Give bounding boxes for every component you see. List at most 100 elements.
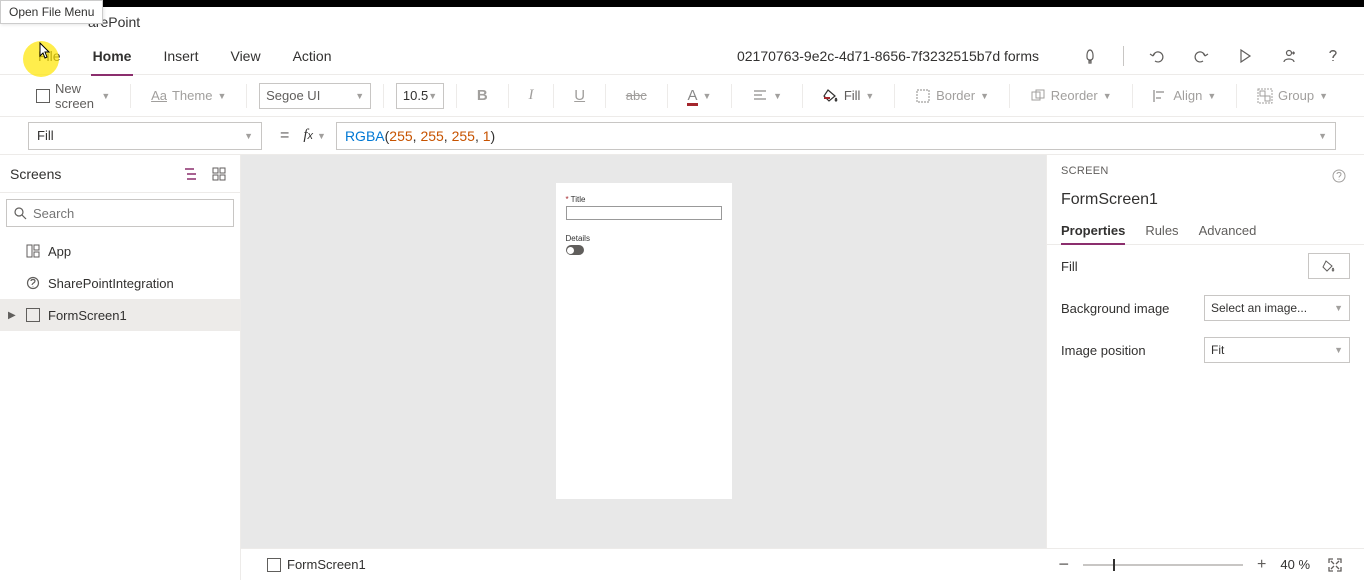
- help-button[interactable]: [1322, 45, 1344, 67]
- tree-label: App: [48, 244, 71, 259]
- search-box[interactable]: [6, 199, 234, 227]
- border-button[interactable]: Border ▼: [907, 84, 997, 108]
- properties-panel: SCREEN FormScreen1 Properties Rules Adva…: [1046, 155, 1364, 580]
- reorder-button[interactable]: Reorder ▼: [1022, 84, 1120, 108]
- toolbar: New screen ▼ Aa Theme ▼ Segoe UI ▼ 10.5 …: [0, 75, 1364, 117]
- font-select[interactable]: Segoe UI ▼: [259, 83, 371, 109]
- screen-icon: [267, 558, 281, 572]
- align-obj-label: Align: [1173, 88, 1202, 103]
- chevron-down-icon: ▼: [244, 131, 253, 141]
- font-color-button[interactable]: A ▼: [679, 83, 719, 108]
- equals-icon: =: [280, 127, 289, 145]
- fn-token: RGBA: [345, 128, 385, 144]
- chevron-down-icon: ▼: [1334, 345, 1343, 355]
- tab-view[interactable]: View: [220, 42, 270, 70]
- tree-item-formscreen[interactable]: ▶ FormScreen1: [0, 299, 240, 331]
- required-star: *: [566, 195, 569, 204]
- thumbnail-view-icon[interactable]: [208, 163, 230, 185]
- property-select[interactable]: Fill ▼: [28, 122, 262, 150]
- separator: [130, 84, 131, 108]
- italic-button[interactable]: I: [520, 83, 541, 108]
- tab-home[interactable]: Home: [83, 42, 142, 70]
- screens-header: Screens: [0, 155, 240, 193]
- prop-row-fill: Fill: [1047, 245, 1364, 287]
- formula-input[interactable]: RGBA(255, 255, 255, 1) ▼: [336, 122, 1336, 150]
- zoom-out-button[interactable]: −: [1058, 554, 1069, 575]
- prop-tab-properties[interactable]: Properties: [1061, 217, 1125, 244]
- chevron-down-icon: ▼: [703, 91, 712, 101]
- tab-action[interactable]: Action: [283, 42, 342, 70]
- chevron-down-icon: ▼: [865, 91, 874, 101]
- redo-button[interactable]: [1190, 45, 1212, 67]
- chevron-down-icon: ▼: [428, 91, 437, 101]
- details-toggle[interactable]: [566, 245, 584, 255]
- separator: [894, 84, 895, 108]
- search-input[interactable]: [33, 206, 227, 221]
- border-icon: [915, 88, 931, 104]
- separator: [553, 84, 554, 108]
- tree-item-sp-integration[interactable]: SharePointIntegration: [0, 267, 240, 299]
- img-position-select[interactable]: Fit ▼: [1204, 337, 1350, 363]
- screen-icon: [36, 89, 50, 103]
- align-objects-button[interactable]: Align ▼: [1144, 84, 1224, 108]
- ribbon-tabs: File Home Insert View Action 02170763-9e…: [0, 37, 1364, 75]
- new-screen-label: New screen: [55, 81, 96, 111]
- separator: [1009, 84, 1010, 108]
- canvas[interactable]: * Title Details: [241, 155, 1046, 580]
- fill-button[interactable]: Fill ▼: [815, 84, 883, 108]
- play-button[interactable]: [1234, 45, 1256, 67]
- tree-view-icon[interactable]: [180, 163, 202, 185]
- bold-button[interactable]: B: [469, 83, 496, 108]
- prop-row-bg-image: Background image Select an image... ▼: [1047, 287, 1364, 329]
- share-button[interactable]: [1278, 45, 1300, 67]
- paint-icon: [1322, 259, 1336, 273]
- font-size-select[interactable]: 10.5 ▼: [396, 83, 444, 109]
- bg-image-select[interactable]: Select an image... ▼: [1204, 295, 1350, 321]
- screen-icon: [26, 308, 40, 322]
- font-name: Segoe UI: [266, 88, 320, 103]
- separator: [456, 84, 457, 108]
- fit-screen-button[interactable]: [1324, 554, 1346, 576]
- tab-insert[interactable]: Insert: [153, 42, 208, 70]
- form-preview[interactable]: * Title Details: [556, 183, 732, 499]
- fill-icon: [823, 88, 839, 104]
- new-screen-button[interactable]: New screen ▼: [28, 77, 118, 115]
- field-details-label: Details: [566, 234, 722, 243]
- tab-file[interactable]: File: [28, 42, 71, 70]
- screens-title: Screens: [10, 166, 61, 182]
- strikethrough-button[interactable]: abc: [618, 84, 655, 107]
- formula-bar: Fill ▼ = fx ▼ RGBA(255, 255, 255, 1) ▼: [0, 117, 1364, 155]
- fill-label: Fill: [844, 88, 861, 103]
- expand-icon[interactable]: ▶: [8, 310, 18, 321]
- field-title-input[interactable]: [566, 206, 722, 220]
- screens-panel: Screens App SharePointIntegration ▶: [0, 155, 241, 580]
- separator: [246, 84, 247, 108]
- separator: [508, 84, 509, 108]
- prop-img-pos-label: Image position: [1061, 343, 1146, 358]
- undo-button[interactable]: [1146, 45, 1168, 67]
- fill-color-button[interactable]: [1308, 253, 1350, 279]
- theme-label: Theme: [172, 88, 212, 103]
- fx-button[interactable]: fx ▼: [303, 127, 326, 144]
- app-checker-icon[interactable]: [1079, 45, 1101, 67]
- tree-item-app[interactable]: App: [0, 235, 240, 267]
- chevron-down-icon: ▼: [217, 91, 226, 101]
- underline-button[interactable]: U: [566, 83, 593, 108]
- chevron-down-icon: ▼: [317, 131, 326, 141]
- align-text-button[interactable]: ▼: [744, 84, 790, 108]
- separator: [383, 84, 384, 108]
- zoom-in-button[interactable]: +: [1257, 556, 1266, 574]
- separator: [1132, 84, 1133, 108]
- group-button[interactable]: Group ▼: [1249, 84, 1336, 108]
- prop-row-img-position: Image position Fit ▼: [1047, 329, 1364, 371]
- chevron-down-icon: ▼: [101, 91, 110, 101]
- statusbar-screen: FormScreen1: [267, 557, 366, 572]
- zoom-slider[interactable]: [1083, 564, 1243, 566]
- prop-tab-rules[interactable]: Rules: [1145, 217, 1178, 244]
- theme-button[interactable]: Aa Theme ▼: [143, 84, 234, 107]
- chevron-down-icon: ▼: [1318, 131, 1327, 141]
- property-name: Fill: [37, 128, 54, 143]
- reorder-label: Reorder: [1051, 88, 1098, 103]
- help-icon[interactable]: [1328, 165, 1350, 187]
- prop-tab-advanced[interactable]: Advanced: [1199, 217, 1257, 244]
